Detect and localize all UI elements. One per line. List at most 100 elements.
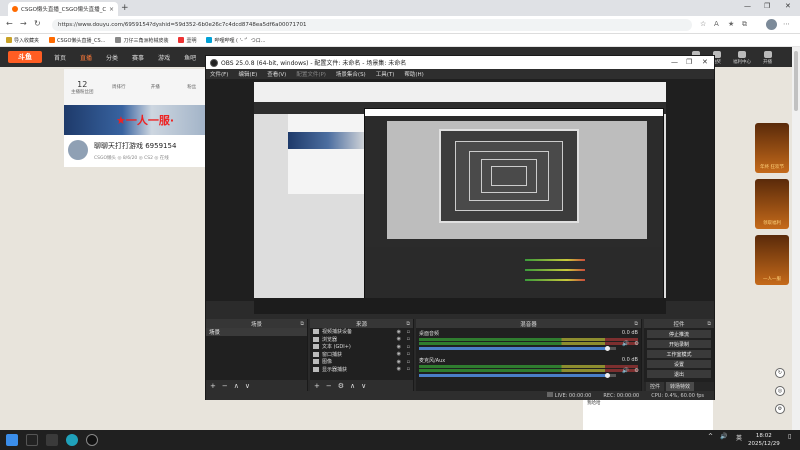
douyu-logo[interactable]: 斗鱼: [8, 51, 42, 63]
url-input[interactable]: https://www.douyu.com/6959154?dyshid=59d…: [52, 19, 692, 31]
room-stat[interactable]: 开播: [137, 69, 174, 105]
obs-maximize-button[interactable]: ❐: [686, 58, 692, 66]
source-settings-icon[interactable]: ⚙: [338, 382, 344, 390]
anchor-avatar[interactable]: [68, 140, 88, 160]
volume-slider[interactable]: [419, 373, 616, 378]
system-clock[interactable]: 18:02 2025/12/29: [748, 432, 780, 448]
settings-icon[interactable]: ⚙: [634, 368, 639, 374]
eye-icon[interactable]: ◉: [397, 344, 401, 350]
nav-yuba[interactable]: 鱼吧: [184, 53, 196, 62]
input-method-indicator[interactable]: 英: [736, 433, 742, 442]
start-stream-button[interactable]: 开播: [763, 51, 772, 65]
popout-icon[interactable]: ⧉: [406, 321, 410, 327]
eye-icon[interactable]: ◉: [397, 366, 401, 372]
popout-icon[interactable]: ⧉: [707, 321, 711, 327]
eye-icon[interactable]: ◉: [397, 336, 401, 342]
remove-source-button[interactable]: −: [326, 382, 332, 390]
close-window-button[interactable]: ✕: [785, 2, 791, 10]
settings-icon[interactable]: ⚙: [634, 341, 639, 347]
lock-icon[interactable]: ▫: [407, 329, 410, 335]
add-source-button[interactable]: +: [314, 382, 320, 390]
forward-icon[interactable]: →: [20, 19, 27, 28]
lock-icon[interactable]: ▫: [407, 336, 410, 342]
lock-icon[interactable]: ▫: [407, 359, 410, 365]
start-recording-button[interactable]: 开始录制: [647, 340, 711, 348]
settings-button[interactable]: 设置: [647, 360, 711, 368]
add-scene-button[interactable]: +: [210, 382, 216, 390]
eye-icon[interactable]: ◉: [397, 351, 401, 357]
source-item[interactable]: 图像 ◉ ▫: [310, 358, 413, 366]
nav-events[interactable]: 赛事: [132, 53, 144, 62]
lock-icon[interactable]: ▫: [407, 351, 410, 357]
obs-preview[interactable]: [206, 79, 714, 314]
menu-edit[interactable]: 编辑(E): [238, 70, 257, 78]
read-aloud-icon[interactable]: A: [714, 20, 719, 28]
room-stat[interactable]: 12 主播粉丝团: [64, 69, 101, 105]
bookmark-item[interactable]: CSGO懒头直播_CS...: [49, 37, 105, 44]
bookmark-item[interactable]: 壹明: [178, 37, 196, 44]
menu-scene-collection[interactable]: 场景集合(S): [336, 70, 366, 78]
obs-minimize-button[interactable]: —: [671, 58, 678, 66]
tab-controls[interactable]: 控件: [646, 382, 665, 391]
welfare-button[interactable]: 福利中心: [733, 51, 751, 65]
promo-ad[interactable]: 年终 狂欢节: [755, 123, 789, 173]
studio-mode-button[interactable]: 工作室模式: [647, 350, 711, 358]
target-icon[interactable]: ◎: [775, 386, 785, 396]
profile-avatar[interactable]: [766, 19, 777, 30]
move-down-button[interactable]: ∨: [361, 382, 366, 390]
move-up-button[interactable]: ∧: [234, 382, 239, 390]
minimize-button[interactable]: —: [744, 2, 751, 10]
obs-taskbar-icon[interactable]: [86, 434, 98, 446]
nav-category[interactable]: 分类: [106, 53, 118, 62]
eye-icon[interactable]: ◉: [397, 359, 401, 365]
bookmark-item[interactable]: 哔哩哔哩 ( '- '゜つロ...: [206, 37, 266, 44]
notification-icon[interactable]: ▯: [788, 433, 791, 440]
tray-expand-icon[interactable]: ^: [708, 433, 713, 440]
promo-ad[interactable]: 领取福利: [755, 179, 789, 229]
star-icon[interactable]: ☆: [700, 20, 706, 28]
eye-icon[interactable]: ◉: [397, 329, 401, 335]
volume-icon[interactable]: 🔊: [720, 433, 727, 440]
popout-icon[interactable]: ⧉: [300, 321, 304, 327]
lock-icon[interactable]: ▫: [407, 366, 410, 372]
settings-icon[interactable]: ⚙: [775, 404, 785, 414]
search-icon[interactable]: [26, 434, 38, 446]
browser-tab[interactable]: CSGO懒头直播_CSGO懒头直播_C ×: [8, 2, 118, 16]
tab-transitions[interactable]: 转场特效: [666, 382, 695, 391]
zed-app-icon[interactable]: [46, 434, 58, 446]
refresh-icon[interactable]: ↻: [775, 368, 785, 378]
bookmark-item[interactable]: 刀仔三角洲枪械皮装: [115, 37, 168, 44]
scrollbar-thumb[interactable]: [794, 51, 798, 111]
room-stat[interactable]: 周排行: [101, 69, 138, 105]
obs-close-button[interactable]: ✕: [702, 58, 708, 66]
speaker-icon[interactable]: 🔊: [622, 368, 629, 374]
source-item[interactable]: 显示器捕获 ◉ ▫: [310, 366, 413, 374]
source-item[interactable]: 视频捕获设备 ◉ ▫: [310, 328, 413, 336]
popout-icon[interactable]: ⧉: [634, 321, 638, 327]
remove-scene-button[interactable]: −: [222, 382, 228, 390]
stop-streaming-button[interactable]: 停止推流: [647, 330, 711, 338]
scene-item[interactable]: 场景: [206, 328, 307, 336]
edge-icon[interactable]: [66, 434, 78, 446]
menu-view[interactable]: 查看(V): [267, 70, 286, 78]
menu-file[interactable]: 文件(F): [210, 70, 228, 78]
menu-profile[interactable]: 配置文件(P): [296, 70, 326, 78]
back-icon[interactable]: ←: [6, 19, 13, 28]
maximize-button[interactable]: ❐: [764, 2, 770, 10]
reload-icon[interactable]: ↻: [34, 19, 41, 28]
more-icon[interactable]: ⋯: [783, 20, 790, 28]
favorites-icon[interactable]: ★: [728, 20, 734, 28]
move-up-button[interactable]: ∧: [350, 382, 355, 390]
bookmark-item[interactable]: 导入收藏夹: [6, 37, 39, 44]
collections-icon[interactable]: ⧉: [742, 20, 747, 29]
source-item[interactable]: 浏览器 ◉ ▫: [310, 336, 413, 344]
exit-button[interactable]: 退出: [647, 370, 711, 378]
new-tab-button[interactable]: +: [121, 3, 129, 13]
windows-start-icon[interactable]: [6, 434, 18, 446]
move-down-button[interactable]: ∨: [245, 382, 250, 390]
lock-icon[interactable]: ▫: [407, 344, 410, 350]
tab-close-icon[interactable]: ×: [109, 6, 114, 13]
page-scrollbar[interactable]: [792, 47, 800, 430]
menu-tools[interactable]: 工具(T): [376, 70, 395, 78]
nav-home[interactable]: 首页: [54, 53, 66, 62]
